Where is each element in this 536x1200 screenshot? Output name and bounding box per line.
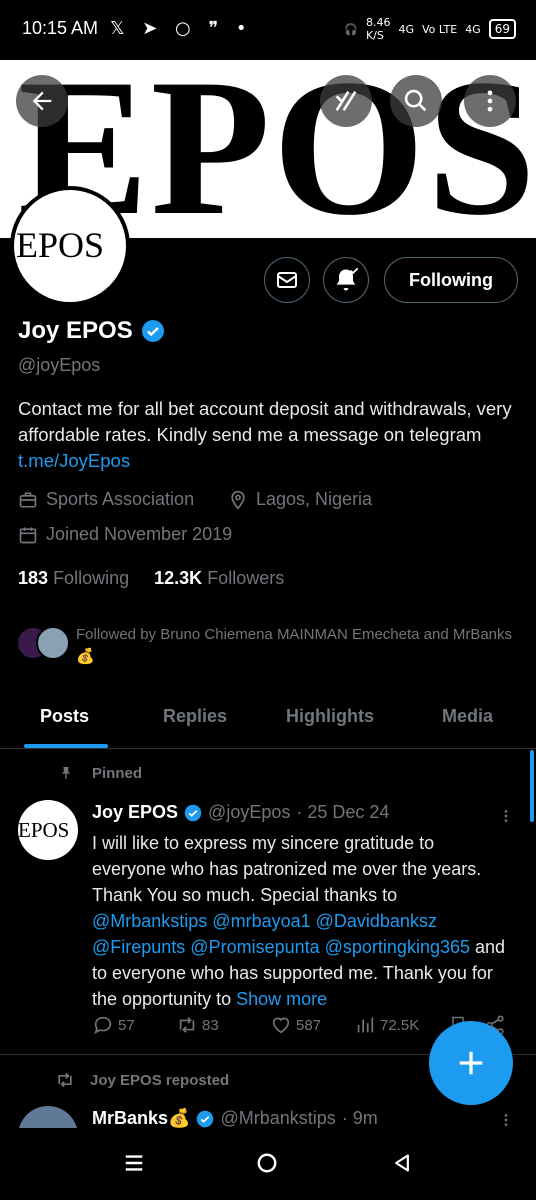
profile-tabs: Posts Replies Highlights Media (0, 692, 536, 749)
verified-badge-icon (184, 804, 202, 821)
location-pin-icon (231, 490, 245, 510)
views-icon (357, 1017, 374, 1033)
repost-icon (58, 1072, 72, 1088)
repost-icon (179, 1017, 195, 1033)
verified-badge-icon (197, 1110, 214, 1127)
search-icon (404, 89, 427, 112)
more-button[interactable] (464, 75, 516, 127)
triangle-back-icon (395, 1154, 409, 1172)
post2-author-name[interactable]: MrBanks💰 (92, 1108, 190, 1129)
repost-button[interactable]: 83 (176, 1014, 219, 1036)
followers-stat[interactable]: 12.3K Followers (154, 568, 284, 588)
headset-icon: 🎧 (344, 22, 358, 36)
network-4g-2: 4G (465, 22, 481, 36)
post-avatar[interactable]: EPOS (18, 800, 78, 860)
compose-button[interactable] (429, 1021, 513, 1105)
notification-icons: 𝕏 ➤ ○ ❞ • (110, 18, 253, 39)
recents-button[interactable] (122, 1152, 146, 1179)
active-tab-indicator (24, 744, 108, 748)
repost-label: Joy EPOS reposted (90, 1071, 230, 1089)
profile-name-row: Joy EPOS (18, 317, 165, 345)
post-date: · 25 Dec 24 (296, 802, 390, 822)
views-button[interactable]: 72.5K (354, 1014, 419, 1036)
reply-icon (94, 1016, 112, 1035)
back-arrow-icon (32, 91, 52, 111)
profile-avatar[interactable]: EPOS (10, 186, 130, 306)
post2-header: MrBanks💰 @Mrbankstips · 9m (92, 1108, 378, 1129)
post-more-button[interactable] (498, 806, 514, 831)
notifications-button[interactable] (323, 257, 369, 303)
profile-stats: 183 Following 12.3K Followers (18, 568, 284, 589)
post-author-handle: @joyEpos (208, 802, 291, 822)
more-vertical-icon (487, 90, 493, 112)
verified-badge-icon (141, 320, 164, 342)
battery-icon: 69 (488, 19, 516, 39)
back-nav-button[interactable] (392, 1152, 412, 1179)
profile-bio: Contact me for all bet account deposit a… (18, 396, 523, 474)
profile-location: Lagos, Nigeria (228, 489, 372, 510)
menu-icon (125, 1155, 143, 1171)
circle-icon (257, 1153, 277, 1173)
profile-joined: Joined November 2019 (18, 524, 232, 545)
network-4g: 4G (398, 22, 414, 36)
pinned-label: Pinned (92, 764, 143, 782)
category-label: Sports Association (46, 489, 195, 509)
heart-icon (272, 1017, 290, 1034)
tab-media[interactable]: Media (442, 706, 493, 727)
profile-category: Sports Association (18, 489, 194, 510)
followed-by-text[interactable]: Followed by Bruno Chiemena MAINMAN Emech… (76, 624, 516, 668)
volte-label: Vo LTE (422, 22, 458, 36)
status-right: 🎧 8.46 K/S 4G Vo LTE 4G 69 (344, 16, 516, 42)
back-button[interactable] (16, 75, 68, 127)
joined-label: Joined November 2019 (46, 524, 233, 544)
post-author-name[interactable]: Joy EPOS (92, 802, 178, 823)
following-button[interactable]: Following (384, 257, 518, 303)
status-time: 10:15 AM (22, 18, 99, 38)
more-vertical-icon (504, 1114, 508, 1126)
view-count: 72.5K (380, 1016, 420, 1034)
net-speed: 8.46 K/S (365, 16, 391, 42)
grok-button[interactable] (320, 75, 372, 127)
bell-check-icon (336, 267, 359, 291)
post2-time: · 9m (341, 1108, 378, 1128)
tab-replies[interactable]: Replies (163, 706, 227, 727)
more-vertical-icon (504, 810, 508, 822)
profile-name: Joy EPOS (18, 317, 133, 344)
envelope-icon (277, 272, 297, 288)
message-button[interactable] (264, 257, 310, 303)
grok-icon (335, 90, 357, 112)
reply-button[interactable]: 57 (92, 1014, 135, 1036)
search-button[interactable] (390, 75, 442, 127)
pinned-label-row: Pinned (58, 764, 142, 782)
following-stat[interactable]: 183 Following (18, 568, 129, 588)
bio-text: Contact me for all bet account deposit a… (18, 398, 512, 445)
post-avatar-text: EPOS (18, 818, 70, 842)
tab-highlights[interactable]: Highlights (286, 706, 374, 727)
show-more-link[interactable]: Show more (236, 989, 327, 1009)
avatar-text: EPOS (16, 225, 105, 265)
pin-icon (62, 767, 70, 779)
plus-icon (459, 1051, 483, 1075)
home-button[interactable] (256, 1152, 278, 1179)
like-button[interactable]: 587 (270, 1014, 321, 1036)
follower-avatar-2 (36, 626, 70, 660)
system-nav-bar (0, 1128, 536, 1200)
status-bar: 10:15 AM 𝕏 ➤ ○ ❞ • 🎧 8.46 K/S 4G Vo LTE 4… (0, 0, 536, 60)
post-text: I will like to express my sincere gratit… (92, 833, 506, 1009)
calendar-icon (19, 527, 37, 543)
post-mentions[interactable]: @Mrbankstips @mrbayoa1 @Davidbanksz @Fir… (92, 911, 470, 957)
profile-handle: @joyEpos (18, 355, 101, 375)
post-header: Joy EPOS @joyEpos · 25 Dec 24 (92, 802, 389, 823)
bio-link[interactable]: t.me/JoyEpos (18, 450, 130, 471)
tab-posts[interactable]: Posts (40, 706, 89, 727)
post2-author-handle: @Mrbankstips (220, 1108, 336, 1128)
location-label: Lagos, Nigeria (256, 489, 373, 509)
briefcase-icon (19, 492, 37, 507)
repost-count: 83 (202, 1016, 219, 1034)
scrollbar[interactable] (530, 750, 534, 822)
repost-label-row: Joy EPOS reposted (54, 1070, 229, 1090)
like-count: 587 (296, 1016, 322, 1034)
reply-count: 57 (118, 1016, 135, 1034)
